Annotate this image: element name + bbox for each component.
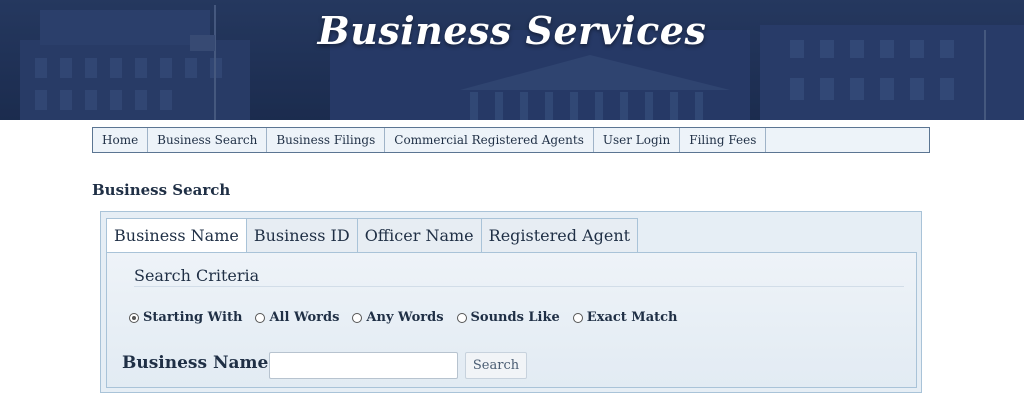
radio-label: Any Words [366, 310, 444, 325]
tab-content: Search Criteria Starting With All Words … [106, 252, 917, 388]
page-title: Business Search [92, 181, 231, 199]
search-button[interactable]: Search [465, 352, 527, 379]
nav-item-business-filings[interactable]: Business Filings [267, 128, 386, 152]
nav-item-user-login[interactable]: User Login [594, 128, 681, 152]
business-name-input[interactable] [269, 352, 458, 379]
match-type-options: Starting With All Words Any Words Sounds… [129, 310, 691, 325]
radio-all-words[interactable]: All Words [255, 310, 339, 325]
radio-label: Sounds Like [470, 310, 560, 325]
radio-label: Starting With [143, 310, 243, 325]
tab-officer-name[interactable]: Officer Name [356, 218, 482, 253]
radio-any-words[interactable]: Any Words [352, 310, 444, 325]
tab-business-id[interactable]: Business ID [245, 218, 358, 253]
radio-button[interactable] [129, 312, 139, 323]
main-nav: Home Business Search Business Filings Co… [92, 127, 930, 153]
radio-button[interactable] [456, 312, 467, 323]
search-tabs: Business Name Business ID Officer Name R… [106, 218, 639, 253]
nav-item-business-search[interactable]: Business Search [148, 128, 268, 152]
radio-sounds-like[interactable]: Sounds Like [456, 310, 560, 325]
site-title: Business Services [317, 8, 707, 53]
search-panel: Business Name Business ID Officer Name R… [100, 211, 922, 393]
divider [134, 286, 904, 287]
radio-button[interactable] [255, 312, 266, 323]
radio-label: Exact Match [586, 310, 678, 325]
radio-starting-with[interactable]: Starting With [129, 310, 242, 325]
nav-item-commercial-registered-agents[interactable]: Commercial Registered Agents [385, 128, 594, 152]
nav-item-home[interactable]: Home [93, 128, 149, 152]
radio-button[interactable] [352, 312, 363, 323]
business-name-label: Business Name: [122, 353, 275, 373]
nav-item-filing-fees[interactable]: Filing Fees [680, 128, 767, 152]
header-banner: Business Services [0, 0, 1024, 120]
radio-exact-match[interactable]: Exact Match [572, 310, 678, 325]
radio-label: All Words [269, 310, 340, 325]
radio-button[interactable] [572, 312, 583, 323]
tab-business-name[interactable]: Business Name [106, 218, 247, 253]
tab-registered-agent[interactable]: Registered Agent [480, 218, 639, 253]
search-criteria-title: Search Criteria [134, 266, 260, 285]
